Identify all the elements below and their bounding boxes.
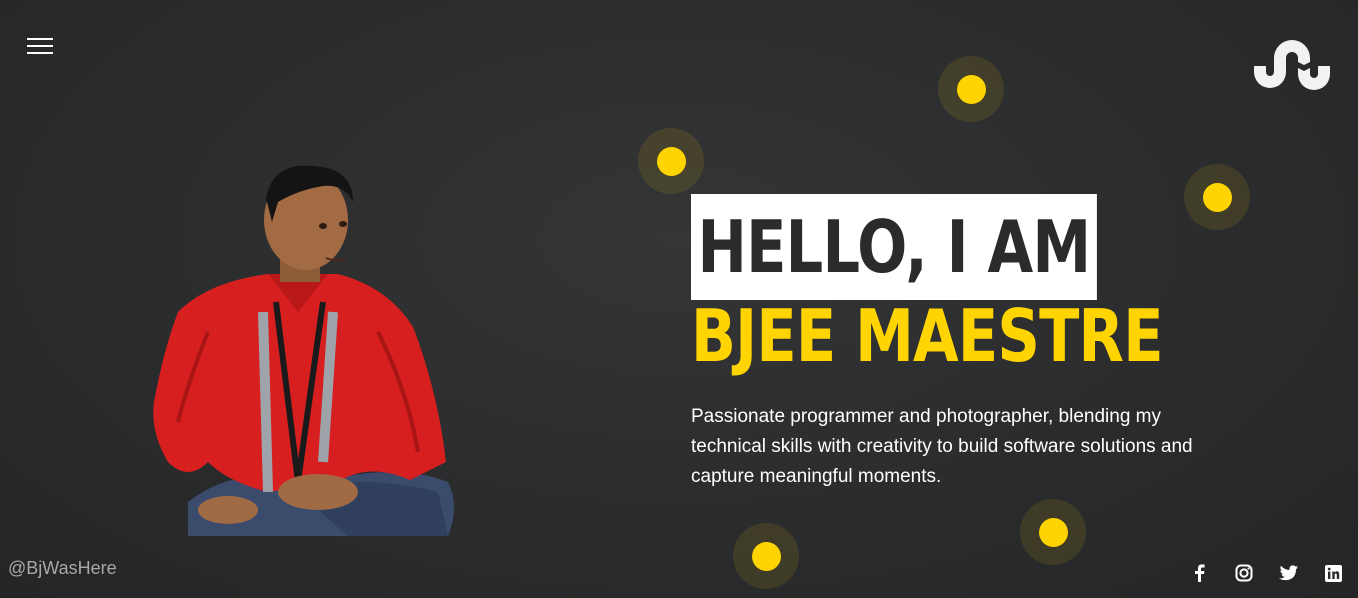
hamburger-line: [27, 45, 53, 47]
tagline-text: Passionate programmer and photographer, …: [691, 406, 1193, 487]
hamburger-menu-icon[interactable]: [27, 38, 53, 54]
decorative-dot: [938, 56, 1004, 122]
decorative-dot: [638, 128, 704, 194]
greeting-heading: HELLO, I AM: [691, 194, 1097, 300]
social-links: [1176, 562, 1356, 584]
hamburger-line: [27, 38, 53, 40]
portrait-photo: [153, 165, 454, 536]
name-heading: BJEE MAESTRE: [691, 294, 1164, 378]
twitter-icon[interactable]: [1266, 562, 1311, 584]
handle-text: @BjWasHere: [8, 558, 117, 578]
linkedin-icon[interactable]: [1311, 562, 1356, 584]
facebook-icon[interactable]: [1176, 562, 1221, 584]
hero-heading: HELLO, I AM BJEE MAESTRE: [691, 194, 1266, 376]
decorative-dot: [1020, 499, 1086, 565]
stumbleupon-logo-icon[interactable]: [1250, 34, 1332, 94]
instagram-icon[interactable]: [1221, 562, 1266, 584]
hamburger-line: [27, 52, 53, 54]
decorative-dot: [733, 523, 799, 589]
